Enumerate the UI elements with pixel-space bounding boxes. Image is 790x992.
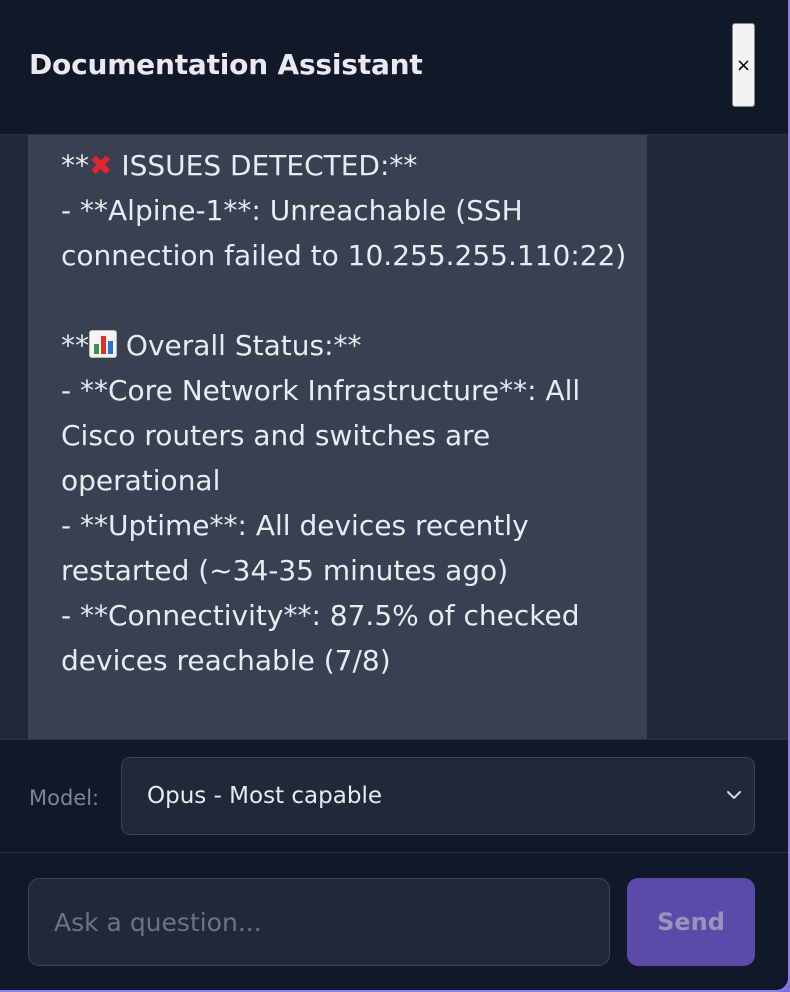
bar-chart-icon — [89, 330, 117, 358]
message-text: **✖ ISSUES DETECTED:** - **Alpine-1**: U… — [61, 143, 631, 683]
status-line-uptime: - **Uptime**: All devices recently resta… — [61, 509, 538, 587]
panel-header: Documentation Assistant × — [0, 0, 788, 135]
status-line-core: - **Core Network Infrastructure**: All C… — [61, 374, 590, 497]
issues-line: - **Alpine-1**: Unreachable (SSH connect… — [61, 194, 627, 272]
send-button[interactable]: Send — [627, 878, 755, 966]
question-input[interactable] — [28, 878, 610, 966]
chevron-down-icon — [727, 791, 741, 799]
model-label: Model: — [29, 786, 100, 810]
message-list[interactable]: **✖ ISSUES DETECTED:** - **Alpine-1**: U… — [0, 135, 788, 739]
panel-title: Documentation Assistant — [29, 48, 423, 81]
model-selected-value: Opus - Most capable — [147, 783, 382, 809]
close-button[interactable]: × — [732, 23, 755, 107]
model-selector-row: Model: Opus - Most capable — [0, 739, 788, 853]
status-heading: ** Overall Status:** — [61, 329, 362, 362]
model-select[interactable]: Opus - Most capable — [121, 757, 755, 835]
assistant-panel: Documentation Assistant × **✖ ISSUES DET… — [0, 0, 790, 992]
composer: Send — [0, 853, 788, 990]
assistant-message: **✖ ISSUES DETECTED:** - **Alpine-1**: U… — [28, 135, 647, 739]
cross-mark-icon: ✖ — [89, 149, 113, 182]
issues-heading: **✖ ISSUES DETECTED:** — [61, 149, 418, 182]
status-line-connectivity: - **Connectivity**: 87.5% of checked dev… — [61, 599, 589, 677]
